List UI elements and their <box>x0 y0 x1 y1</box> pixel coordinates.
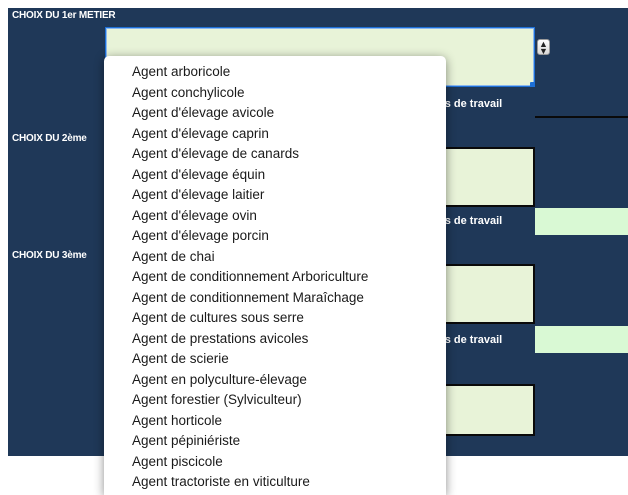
work-time-field-3[interactable] <box>535 326 628 353</box>
job-option[interactable]: Agent d'élevage équin <box>104 165 446 186</box>
job-dropdown-menu: Agent arboricole Agent conchylicole Agen… <box>104 56 446 495</box>
job-option[interactable]: Agent pépiniériste <box>104 431 446 452</box>
job-option[interactable]: Agent de scierie <box>104 349 446 370</box>
job-option[interactable]: Agent de chai <box>104 247 446 268</box>
work-time-label-3: ps de travail <box>438 334 503 346</box>
work-time-label-1: ps de travail <box>438 98 503 110</box>
job-option[interactable]: Agent d'élevage caprin <box>104 124 446 145</box>
job-option[interactable]: Agent de prestations avicoles <box>104 329 446 350</box>
down-arrow-icon: ▼ <box>539 46 548 56</box>
section-1-title: CHOIX DU 1er METIER <box>12 10 116 21</box>
job-option[interactable]: Agent conchylicole <box>104 83 446 104</box>
job-option[interactable]: Agent d'élevage ovin <box>104 206 446 227</box>
work-time-label-2: ps de travail <box>438 215 503 227</box>
job-option[interactable]: Agent forestier (Sylviculteur) <box>104 390 446 411</box>
job-option[interactable]: Agent d'élevage laitier <box>104 185 446 206</box>
section-3-title: CHOIX DU 3ème <box>12 250 87 261</box>
section-2-title: CHOIX DU 2ème <box>12 133 87 144</box>
resize-handle[interactable] <box>530 82 535 87</box>
job-option[interactable]: Agent d'élevage avicole <box>104 103 446 124</box>
job-option[interactable]: Agent en polyculture-élevage <box>104 370 446 391</box>
job-choice-1-stepper[interactable]: ▲ ▼ <box>537 39 550 56</box>
job-option[interactable]: Agent horticole <box>104 411 446 432</box>
work-time-field-2[interactable] <box>535 208 628 235</box>
job-option[interactable]: Agent d'élevage porcin <box>104 226 446 247</box>
job-option[interactable]: Agent d'élevage de canards <box>104 144 446 165</box>
job-option-list: Agent arboricole Agent conchylicole Agen… <box>104 56 446 493</box>
job-option[interactable]: Agent de cultures sous serre <box>104 308 446 329</box>
job-option[interactable]: Agent arboricole <box>104 62 446 83</box>
job-option[interactable]: Agent de conditionnement Maraîchage <box>104 288 446 309</box>
job-option[interactable]: Agent tractoriste en viticulture <box>104 472 446 493</box>
job-option[interactable]: Agent piscicole <box>104 452 446 473</box>
divider-line <box>535 116 628 118</box>
job-option[interactable]: Agent de conditionnement Arboriculture <box>104 267 446 288</box>
